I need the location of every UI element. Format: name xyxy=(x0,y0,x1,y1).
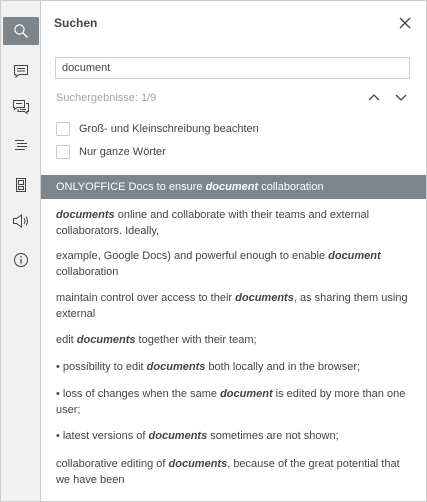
next-result-icon[interactable] xyxy=(394,91,408,103)
chat-button[interactable] xyxy=(3,93,39,121)
chat-icon xyxy=(13,100,29,115)
result-text-post: collaboration xyxy=(258,181,324,193)
comment-icon xyxy=(14,65,28,79)
search-result[interactable]: documents online and collaborate with th… xyxy=(56,207,412,239)
panel-header: Suchen xyxy=(41,1,426,46)
close-icon[interactable] xyxy=(398,16,412,30)
match-case-label: Groß- und Kleinschreibung beachten xyxy=(79,123,259,135)
search-panel: Suchen Suchergebnisse: 1/9 Groß- und Kle… xyxy=(41,1,426,501)
navigation-button[interactable] xyxy=(3,131,39,159)
navigation-icon xyxy=(15,140,27,150)
panel-title: Suchen xyxy=(54,16,98,30)
result-text-post: sometimes are not shown; xyxy=(207,430,339,442)
whole-words-label: Nur ganze Wörter xyxy=(79,146,166,158)
page-thumbnails-button[interactable] xyxy=(3,171,39,199)
search-result[interactable]: maintain control over access to their do… xyxy=(56,290,412,322)
result-text-post: collaboration xyxy=(56,266,119,278)
search-panel-window: Suchen Suchergebnisse: 1/9 Groß- und Kle… xyxy=(0,0,427,502)
result-text-pre: • possibility to edit xyxy=(56,361,147,373)
page-thumbnails-icon xyxy=(16,178,26,192)
whole-words-option[interactable]: Nur ganze Wörter xyxy=(56,145,166,159)
results-count: Suchergebnisse: 1/9 xyxy=(56,92,157,104)
about-icon xyxy=(14,253,28,267)
search-button[interactable] xyxy=(3,17,39,45)
result-text-pre: • latest versions of xyxy=(56,430,149,442)
result-text-pre: example, Google Docs) and powerful enoug… xyxy=(56,250,329,262)
search-results-list: documents online and collaborate with th… xyxy=(41,199,426,501)
result-match: document xyxy=(205,181,259,193)
result-match: documents xyxy=(148,430,208,442)
result-match: documents xyxy=(235,292,294,304)
whole-words-checkbox[interactable] xyxy=(56,145,70,159)
result-text-pre: ONLYOFFICE Docs to ensure xyxy=(56,181,206,193)
search-input[interactable] xyxy=(55,57,410,79)
result-match: document xyxy=(328,250,381,262)
feedback-icon xyxy=(13,214,28,228)
feedback-button[interactable] xyxy=(3,207,39,235)
search-result[interactable]: example, Google Docs) and powerful enoug… xyxy=(56,248,412,280)
previous-result-icon[interactable] xyxy=(367,91,381,103)
result-text-post: together with their team; xyxy=(135,334,257,346)
result-match: documents xyxy=(56,209,115,221)
left-toolbar xyxy=(1,1,41,501)
search-result-selected[interactable]: ONLYOFFICE Docs to ensure document colla… xyxy=(41,175,426,199)
result-text-post: both locally and in the browser; xyxy=(205,361,361,373)
result-match: document xyxy=(220,388,273,400)
result-text-pre: maintain control over access to their xyxy=(56,292,236,304)
search-result[interactable]: collaborative editing of documents, beca… xyxy=(56,456,412,488)
match-case-checkbox[interactable] xyxy=(56,122,70,136)
search-icon xyxy=(14,24,28,38)
search-result[interactable]: • possibility to edit documents both loc… xyxy=(56,359,412,375)
result-match: documents xyxy=(76,334,136,346)
about-button[interactable] xyxy=(3,246,39,274)
search-result[interactable]: edit documents together with their team; xyxy=(56,332,412,348)
match-case-option[interactable]: Groß- und Kleinschreibung beachten xyxy=(56,122,259,136)
search-result[interactable]: • latest versions of documents sometimes… xyxy=(56,428,412,444)
result-text-pre: edit xyxy=(56,334,77,346)
result-text-pre: collaborative editing of xyxy=(56,458,169,470)
search-result[interactable]: • loss of changes when the same document… xyxy=(56,386,412,418)
result-match: documents xyxy=(146,361,206,373)
result-text-pre: • loss of changes when the same xyxy=(56,388,221,400)
comments-button[interactable] xyxy=(3,57,39,85)
result-match: documents xyxy=(168,458,228,470)
